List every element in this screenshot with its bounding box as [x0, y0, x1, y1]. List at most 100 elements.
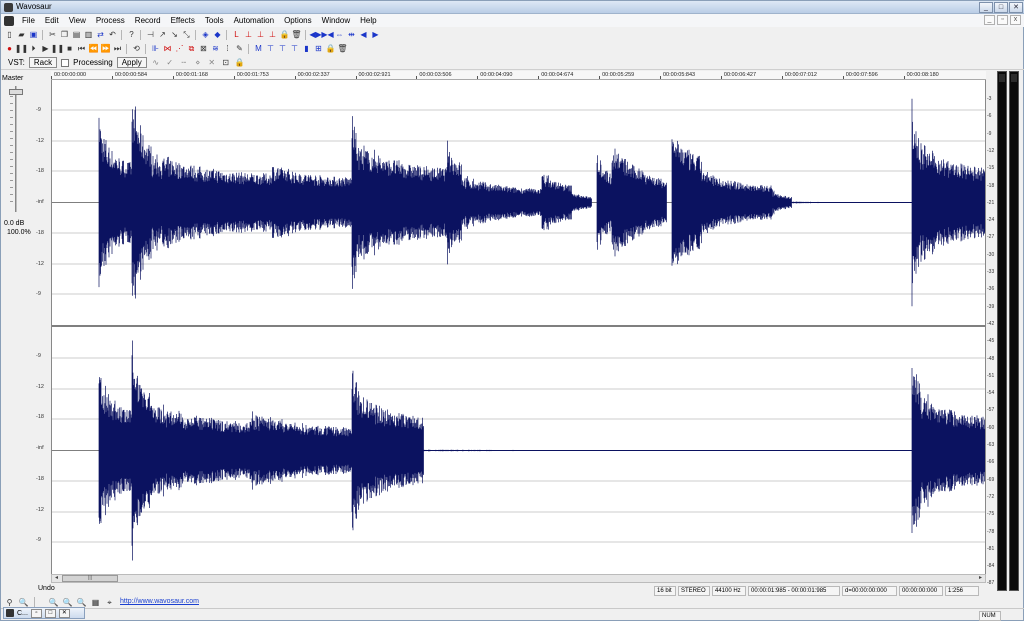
- waveform-view[interactable]: [51, 80, 986, 574]
- menu-effects[interactable]: Effects: [166, 16, 200, 25]
- menu-process[interactable]: Process: [91, 16, 130, 25]
- lock-icon[interactable]: 🔒: [279, 29, 290, 40]
- remove-plugin-icon[interactable]: ✕: [207, 58, 217, 67]
- marker-right-icon[interactable]: ⊥: [267, 29, 278, 40]
- lock-marker-icon[interactable]: 🔒: [325, 43, 336, 54]
- horizontal-scrollbar[interactable]: ◂ ||| ▸: [51, 574, 986, 583]
- zoom-out-icon[interactable]: 🔍: [62, 597, 73, 607]
- waveform-channel-2[interactable]: [98, 340, 985, 561]
- marker-remove-icon[interactable]: ⊤: [289, 43, 300, 54]
- loop-icon[interactable]: ⟲: [131, 43, 142, 54]
- wand-icon[interactable]: ⚲: [4, 597, 15, 607]
- menu-options[interactable]: Options: [279, 16, 317, 25]
- pause-icon[interactable]: ❚❚: [51, 43, 64, 54]
- fade-in-icon[interactable]: ↗: [157, 29, 168, 40]
- vst-play-icon[interactable]: ⊡: [221, 58, 231, 67]
- rewind-icon[interactable]: ⏪: [88, 43, 99, 54]
- arrow-right-icon[interactable]: ▶: [370, 29, 381, 40]
- doc-close-button[interactable]: x: [1010, 15, 1021, 25]
- zoom-all-icon[interactable]: ⇹: [346, 29, 357, 40]
- automation-icon[interactable]: ∿: [151, 58, 161, 67]
- snap-icon[interactable]: ⊪: [150, 43, 161, 54]
- paste-icon[interactable]: ▤: [71, 29, 82, 40]
- zoom-in-icon[interactable]: 🔍: [48, 597, 59, 607]
- marker-mid-icon[interactable]: ⊤: [265, 43, 276, 54]
- menu-tools[interactable]: Tools: [200, 16, 229, 25]
- check-icon[interactable]: ✓: [165, 58, 175, 67]
- minimized-window[interactable]: C... ▫ □ ✕: [3, 607, 85, 619]
- rack-button[interactable]: Rack: [28, 57, 58, 68]
- record-icon[interactable]: ●: [4, 43, 15, 54]
- marker-icon[interactable]: ⊥: [243, 29, 254, 40]
- zoom-in-wave-icon[interactable]: ◀▶: [309, 29, 321, 40]
- play-icon[interactable]: ▶: [40, 43, 51, 54]
- timeline-ruler[interactable]: 00:00:00:000 00:00:00:584 00:00:01:168 00:0…: [51, 71, 986, 80]
- paste-mix-icon[interactable]: ▥: [83, 29, 94, 40]
- envelope-icon[interactable]: ⋰: [174, 43, 185, 54]
- marker-left-icon[interactable]: ⊥: [255, 29, 266, 40]
- arrow-left-icon[interactable]: ◀: [358, 29, 369, 40]
- fade-out-icon[interactable]: ↘: [169, 29, 180, 40]
- marker-add-icon[interactable]: ⊤: [277, 43, 288, 54]
- help-icon[interactable]: ?: [126, 29, 137, 40]
- region-edit-icon[interactable]: ⊞: [313, 43, 324, 54]
- waveform-channel-1[interactable]: [98, 98, 985, 307]
- doc-minimize-button[interactable]: _: [984, 15, 995, 25]
- menu-automation[interactable]: Automation: [229, 16, 279, 25]
- plugin-icon[interactable]: ⋄: [193, 58, 203, 67]
- open-file-icon[interactable]: ▰: [16, 29, 27, 40]
- minimize-button[interactable]: _: [979, 2, 993, 13]
- dashes-icon[interactable]: ╌: [179, 58, 189, 67]
- trash-icon[interactable]: 🗑: [291, 29, 302, 40]
- document-icon[interactable]: [4, 15, 14, 26]
- mix-icon[interactable]: ⧉: [186, 43, 197, 54]
- vst-lock-icon[interactable]: 🔒: [235, 58, 245, 67]
- tick-icon[interactable]: ⁞: [222, 43, 233, 54]
- copy-icon[interactable]: ❐: [59, 29, 70, 40]
- zoom-out-wave-icon[interactable]: ▶◀: [321, 29, 333, 40]
- pencil-icon[interactable]: ✎: [234, 43, 245, 54]
- apply-button[interactable]: Apply: [116, 57, 147, 68]
- go-end-icon[interactable]: ⏭: [112, 43, 123, 54]
- region-icon[interactable]: ▮: [301, 43, 312, 54]
- left-channel-icon[interactable]: L: [231, 29, 242, 40]
- menu-edit[interactable]: Edit: [40, 16, 64, 25]
- processing-checkbox[interactable]: [61, 58, 70, 67]
- scroll-right-icon[interactable]: ▸: [976, 575, 985, 582]
- marker-start-icon[interactable]: M: [253, 43, 264, 54]
- website-link[interactable]: http://www.wavosaur.com: [120, 598, 199, 605]
- cut-icon[interactable]: ✂: [47, 29, 58, 40]
- stop-icon[interactable]: ■: [64, 43, 75, 54]
- master-slider-knob[interactable]: [9, 89, 23, 95]
- maximize-button[interactable]: □: [994, 2, 1008, 13]
- go-start-icon[interactable]: ⏮: [76, 43, 87, 54]
- save-icon[interactable]: ▣: [28, 29, 39, 40]
- crossfade-icon[interactable]: ⋈: [162, 43, 173, 54]
- grid-icon[interactable]: ▦: [90, 597, 101, 607]
- new-file-icon[interactable]: ▯: [4, 29, 15, 40]
- swap-icon[interactable]: ⇄: [95, 29, 106, 40]
- minimized-close-button[interactable]: ✕: [58, 608, 70, 618]
- zoom-icon[interactable]: 🔍: [18, 597, 29, 607]
- pin-icon[interactable]: ⌖: [104, 597, 115, 607]
- undo-icon[interactable]: ↶: [107, 29, 118, 40]
- minimized-maximize-button[interactable]: □: [44, 608, 56, 618]
- doc-restore-button[interactable]: ▫: [997, 15, 1008, 25]
- menu-view[interactable]: View: [64, 16, 91, 25]
- split-icon[interactable]: ⊠: [198, 43, 209, 54]
- reverse-icon[interactable]: ⤡: [181, 29, 192, 40]
- menu-record[interactable]: Record: [130, 16, 166, 25]
- record-pause-icon[interactable]: ❚❚: [15, 43, 28, 54]
- fast-forward-icon[interactable]: ⏩: [100, 43, 111, 54]
- master-slider-track[interactable]: [15, 86, 17, 212]
- trash-marker-icon[interactable]: 🗑: [337, 43, 348, 54]
- play-selection-icon[interactable]: ⏵: [28, 43, 39, 54]
- zoom-selection-icon[interactable]: ⇔: [334, 29, 345, 40]
- normalize-icon[interactable]: ◈: [200, 29, 211, 40]
- trim-icon[interactable]: ⊣: [145, 29, 156, 40]
- amplify-icon[interactable]: ◆: [212, 29, 223, 40]
- menu-help[interactable]: Help: [355, 16, 381, 25]
- waveform-svg[interactable]: [52, 80, 985, 574]
- menu-file[interactable]: File: [17, 16, 40, 25]
- minimized-restore-button[interactable]: ▫: [30, 608, 42, 618]
